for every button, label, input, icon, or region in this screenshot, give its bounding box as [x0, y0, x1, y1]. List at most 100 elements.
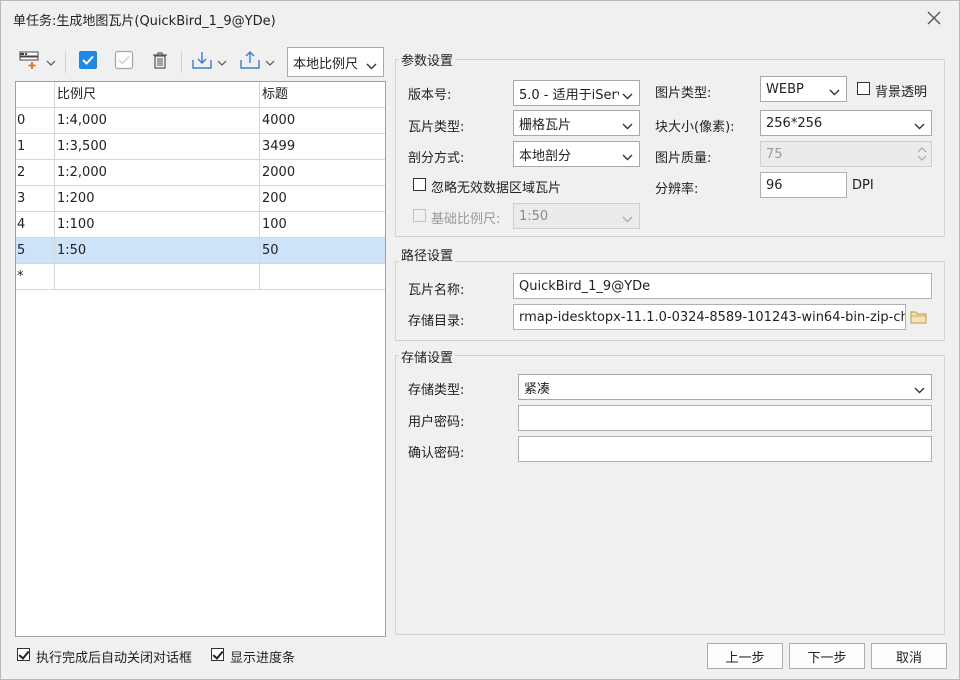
cancel-button[interactable]: 取消 [871, 643, 947, 669]
new-row[interactable]: * [16, 264, 385, 290]
scale-grid[interactable]: 比例尺 标题 0 1:4,000 4000 1 1:3,500 3499 2 1… [15, 81, 386, 637]
path-group-title: 路径设置 [399, 245, 456, 264]
title-cell[interactable] [261, 264, 385, 289]
table-row-selected[interactable]: 5 1:50 50 [16, 238, 385, 264]
deselect-all-button[interactable] [111, 49, 137, 75]
tile-type-select[interactable]: 栅格瓦片 [513, 110, 640, 136]
params-group-title: 参数设置 [399, 50, 456, 69]
unchecked-box-icon [114, 50, 134, 74]
chevron-down-icon [622, 150, 633, 165]
delete-button[interactable] [147, 49, 173, 75]
block-size-value: 256*256 [766, 115, 823, 131]
tile-name-input[interactable]: QuickBird_1_9@YDe [513, 273, 932, 299]
block-size-select[interactable]: 256*256 [760, 110, 932, 136]
scale-cell[interactable]: 1:100 [56, 212, 260, 237]
title-cell[interactable]: 4000 [261, 108, 385, 133]
stepper-arrows-icon [917, 145, 927, 166]
scale-mode-select[interactable]: 本地比例尺 [287, 47, 384, 77]
storage-type-value: 紧凑 [524, 381, 551, 397]
table-row[interactable]: 3 1:200 200 [16, 186, 385, 212]
ignore-invalid-label: 忽略无效数据区域瓦片 [431, 181, 562, 196]
column-header-title[interactable]: 标题 [261, 82, 385, 107]
scale-cell[interactable]: 1:4,000 [56, 108, 260, 133]
resolution-label: 分辨率: [655, 182, 699, 197]
base-scale-value: 1:50 [519, 208, 549, 224]
row-index: 2 [16, 160, 55, 185]
tile-type-value: 栅格瓦片 [519, 117, 572, 133]
resolution-input[interactable]: 96 [760, 172, 847, 198]
table-row[interactable]: 2 1:2,000 2000 [16, 160, 385, 186]
scale-cell[interactable]: 1:200 [56, 186, 260, 211]
column-header-scale[interactable]: 比例尺 [56, 82, 260, 107]
tile-name-value: QuickBird_1_9@YDe [519, 278, 651, 294]
show-progress-checkbox[interactable] [211, 648, 224, 661]
quality-label: 图片质量: [655, 151, 712, 166]
import-icon [191, 50, 213, 74]
title-cell[interactable]: 100 [261, 212, 385, 237]
table-row[interactable]: 4 1:100 100 [16, 212, 385, 238]
dir-label: 存储目录: [408, 314, 465, 329]
title-cell[interactable]: 200 [261, 186, 385, 211]
password-field[interactable] [518, 405, 932, 431]
scale-cell[interactable]: 1:2,000 [56, 160, 260, 185]
image-type-label: 图片类型: [655, 86, 712, 101]
import-button[interactable] [189, 49, 229, 75]
auto-close-label: 执行完成后自动关闭对话框 [36, 651, 193, 666]
split-select[interactable]: 本地剖分 [513, 141, 640, 167]
chevron-down-icon [622, 89, 633, 104]
title-cell[interactable]: 2000 [261, 160, 385, 185]
version-select[interactable]: 5.0 - 适用于iServer [513, 80, 640, 106]
browse-folder-button[interactable] [910, 309, 928, 325]
scale-cell[interactable]: 1:50 [56, 238, 260, 263]
base-scale-label: 基础比例尺: [431, 212, 501, 227]
select-all-button[interactable] [75, 49, 101, 75]
title-cell[interactable]: 3499 [261, 134, 385, 159]
chevron-down-icon [622, 212, 633, 227]
next-button[interactable]: 下一步 [789, 643, 865, 669]
auto-close-checkbox[interactable] [17, 648, 30, 661]
export-button[interactable] [237, 49, 277, 75]
resolution-value: 96 [766, 177, 783, 193]
checked-box-icon [78, 50, 98, 74]
dir-input[interactable]: rmap-idesktopx-11.1.0-0324-8589-101243-w… [513, 304, 906, 330]
prev-button[interactable]: 上一步 [707, 643, 783, 669]
add-scale-button[interactable] [17, 49, 57, 75]
export-icon [239, 50, 261, 74]
base-scale-checkbox[interactable] [413, 209, 426, 222]
chevron-down-icon [217, 55, 227, 70]
storage-type-label: 存储类型: [408, 383, 465, 398]
storage-type-select[interactable]: 紧凑 [518, 374, 932, 400]
chevron-down-icon [366, 59, 377, 74]
chevron-down-icon [914, 383, 925, 398]
scale-mode-value: 本地比例尺 [293, 56, 359, 72]
tile-type-label: 瓦片类型: [408, 120, 465, 135]
close-icon[interactable] [925, 9, 943, 27]
chevron-down-icon [829, 85, 840, 100]
ignore-invalid-checkbox[interactable] [413, 178, 426, 191]
row-index: 0 [16, 108, 55, 133]
row-index: 3 [16, 186, 55, 211]
version-label: 版本号: [408, 88, 452, 103]
table-row[interactable]: 1 1:3,500 3499 [16, 134, 385, 160]
column-header-index [16, 82, 55, 107]
tile-name-label: 瓦片名称: [408, 283, 465, 298]
scale-cell[interactable]: 1:3,500 [56, 134, 260, 159]
toolbar-separator [181, 51, 182, 73]
image-type-value: WEBP [766, 81, 804, 97]
toolbar-separator [65, 51, 66, 73]
base-scale-select[interactable]: 1:50 [513, 203, 640, 229]
bg-transparent-checkbox[interactable] [857, 82, 870, 95]
scale-cell[interactable] [56, 264, 260, 289]
dir-value: rmap-idesktopx-11.1.0-0324-8589-101243-w… [519, 309, 906, 325]
storage-group-title: 存储设置 [399, 347, 456, 366]
password-label: 用户密码: [408, 415, 465, 430]
bg-transparent-label: 背景透明 [875, 85, 928, 100]
table-row[interactable]: 0 1:4,000 4000 [16, 108, 385, 134]
dialog-window: 单任务:生成地图瓦片(QuickBird_1_9@YDe) 本地比例尺 比例尺 … [0, 0, 960, 680]
quality-stepper[interactable]: 75 [760, 141, 932, 167]
image-type-select[interactable]: WEBP [760, 76, 847, 102]
chevron-down-icon [265, 55, 275, 70]
confirm-password-field[interactable] [518, 436, 932, 462]
title-cell[interactable]: 50 [261, 238, 385, 263]
chevron-down-icon [914, 119, 925, 134]
